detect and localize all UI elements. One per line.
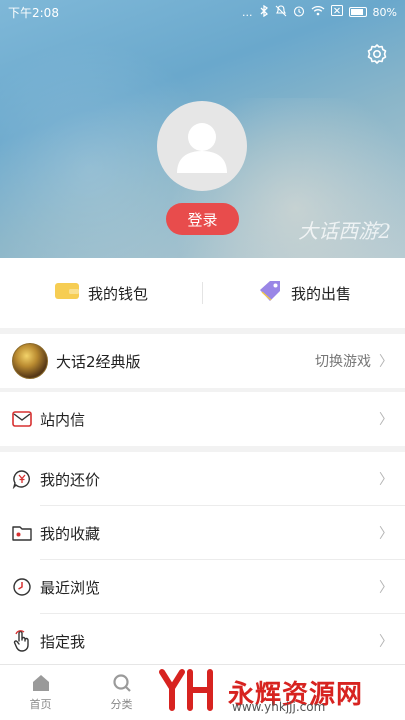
settings-button[interactable] bbox=[365, 42, 389, 66]
recent-label: 最近浏览 bbox=[40, 578, 101, 597]
game-name: 大话2经典版 bbox=[56, 352, 141, 371]
favorites-row[interactable]: 我的收藏 〉 bbox=[0, 506, 405, 560]
default-avatar-icon bbox=[177, 123, 227, 173]
my-wallet-label: 我的钱包 bbox=[87, 284, 148, 303]
my-sell-label: 我的出售 bbox=[290, 284, 351, 303]
chevron-right-icon: 〉 bbox=[379, 580, 393, 596]
my-sell-button[interactable]: 我的出售 bbox=[203, 279, 405, 307]
game-avatar bbox=[12, 343, 48, 379]
mute-icon bbox=[275, 4, 287, 20]
messages-row[interactable]: 站内信 〉 bbox=[0, 392, 405, 446]
status-icons: ... 80% bbox=[242, 4, 397, 20]
menu-list: 我的还价 〉 我的收藏 〉 最近浏览 〉 指定我 〉 bbox=[0, 452, 405, 668]
no-sim-icon bbox=[330, 5, 343, 19]
search-category-icon bbox=[112, 673, 132, 693]
bargain-label: 我的还价 bbox=[40, 470, 101, 489]
mail-icon bbox=[12, 409, 32, 429]
login-button[interactable]: 登录 bbox=[166, 203, 239, 235]
clock-icon bbox=[12, 577, 32, 597]
game-card: 大话2经典版 切换游戏 〉 bbox=[0, 334, 405, 388]
home-icon bbox=[31, 673, 51, 693]
battery-icon bbox=[348, 7, 367, 17]
folder-star-icon bbox=[12, 523, 32, 543]
chevron-right-icon: 〉 bbox=[379, 634, 393, 650]
tab-home[interactable]: 首页 bbox=[0, 665, 81, 720]
yen-bubble-icon bbox=[12, 469, 32, 489]
watermark-url: www.yhkjjj.com bbox=[232, 700, 326, 714]
favorites-label: 我的收藏 bbox=[40, 524, 101, 543]
profile-header: 下午2:08 ... 80% 登录 大话西游2 bbox=[0, 0, 405, 258]
bargain-row[interactable]: 我的还价 〉 bbox=[0, 452, 405, 506]
chevron-right-icon: 〉 bbox=[379, 412, 393, 428]
designated-row[interactable]: 指定我 〉 bbox=[0, 614, 405, 668]
switch-game-label: 切换游戏 bbox=[315, 354, 371, 370]
avatar[interactable] bbox=[157, 101, 247, 191]
status-bar: 下午2:08 ... 80% bbox=[0, 0, 405, 24]
recent-row[interactable]: 最近浏览 〉 bbox=[0, 560, 405, 614]
hand-pointer-icon bbox=[12, 630, 32, 652]
chevron-right-icon: 〉 bbox=[379, 472, 393, 488]
tab-home-label: 首页 bbox=[29, 698, 52, 711]
tab-category[interactable]: 分类 bbox=[81, 665, 162, 720]
designated-label: 指定我 bbox=[40, 632, 86, 651]
status-time: 下午2:08 bbox=[8, 5, 59, 20]
messages-card: 站内信 〉 bbox=[0, 392, 405, 446]
switch-game-row[interactable]: 大话2经典版 切换游戏 〉 bbox=[0, 334, 405, 388]
game-logo-watermark: 大话西游2 bbox=[298, 219, 391, 243]
messages-label: 站内信 bbox=[40, 410, 86, 429]
gear-icon bbox=[367, 44, 387, 64]
wallet-icon bbox=[54, 281, 80, 305]
tab-category-label: 分类 bbox=[110, 698, 133, 711]
tag-icon bbox=[257, 279, 283, 307]
my-wallet-button[interactable]: 我的钱包 bbox=[0, 281, 202, 305]
chevron-right-icon: 〉 bbox=[379, 526, 393, 542]
bluetooth-icon bbox=[259, 4, 269, 20]
status-dots: ... bbox=[242, 5, 253, 19]
battery-percent: 80% bbox=[372, 5, 397, 19]
wifi-icon bbox=[311, 5, 325, 19]
chevron-right-icon: 〉 bbox=[379, 354, 393, 370]
wallet-sell-row: 我的钱包 我的出售 bbox=[0, 258, 405, 328]
watermark-logo-icon bbox=[158, 668, 220, 716]
alarm-icon bbox=[293, 5, 305, 20]
